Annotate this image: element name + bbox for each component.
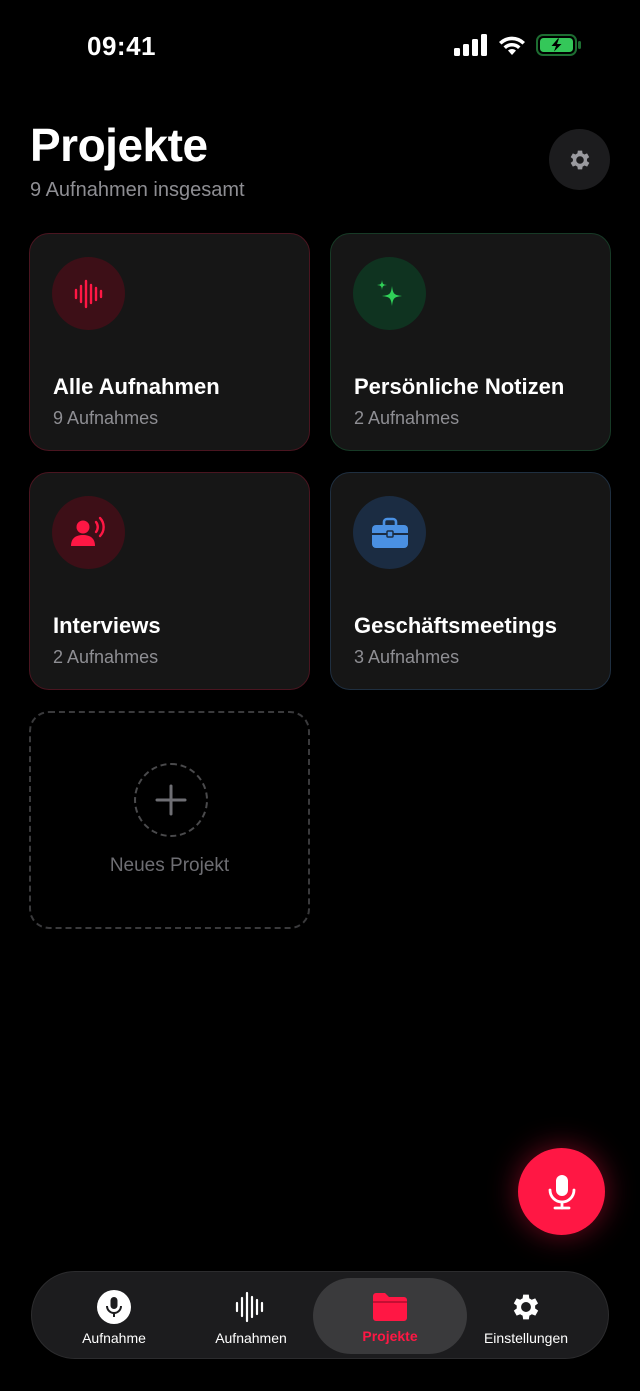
status-time: 09:41 — [87, 31, 156, 61]
mic-icon — [97, 1290, 131, 1324]
record-button[interactable] — [518, 1148, 605, 1235]
gear-icon — [513, 1294, 539, 1320]
project-card-geschaeftsmeetings[interactable]: Geschäftsmeetings 3 Aufnahmes — [330, 472, 611, 690]
person-voice-icon — [70, 516, 105, 546]
project-count: 2 Aufnahmes — [354, 408, 460, 428]
new-project-label: Neues Projekt — [109, 855, 230, 876]
tab-einstellungen[interactable]: Einstellungen — [457, 1278, 595, 1354]
signal-icon — [454, 34, 487, 56]
sparkles-icon — [376, 279, 402, 306]
project-icon-circle — [52, 257, 125, 330]
status-bar: 09:41 — [0, 0, 640, 95]
project-card-persoenliche-notizen[interactable]: Persönliche Notizen 2 Aufnahmes — [330, 233, 611, 451]
folder-icon — [373, 1293, 407, 1321]
project-count: 2 Aufnahmes — [53, 647, 159, 667]
plus-icon — [155, 784, 187, 816]
gear-icon — [570, 150, 589, 169]
battery-icon — [536, 34, 581, 56]
project-count: 3 Aufnahmes — [354, 647, 460, 667]
tab-label: Aufnahmen — [215, 1330, 287, 1346]
page-subtitle: 9 Aufnahmen insgesamt — [30, 179, 245, 201]
tab-label: Einstellungen — [483, 1330, 569, 1346]
tab-projekte[interactable]: Projekte — [313, 1278, 467, 1354]
page-title: Projekte — [30, 119, 208, 171]
project-count: 9 Aufnahmes — [53, 408, 159, 428]
project-card-alle-aufnahmen[interactable]: Alle Aufnahmen 9 Aufnahmes — [29, 233, 310, 451]
project-card-interviews[interactable]: Interviews 2 Aufnahmes — [29, 472, 310, 690]
project-icon-circle — [52, 496, 125, 569]
project-icon-circle — [353, 257, 426, 330]
project-title: Alle Aufnahmen — [53, 374, 220, 399]
new-project-card[interactable]: Neues Projekt — [29, 711, 310, 929]
plus-icon-circle — [134, 763, 208, 837]
tab-label: Aufnahme — [82, 1330, 146, 1346]
tab-bar: Aufnahme Aufnahmen Projekte Einstellunge… — [31, 1271, 609, 1359]
wifi-icon — [499, 36, 525, 55]
waveform-icon — [74, 279, 102, 308]
tab-aufnahmen[interactable]: Aufnahmen — [182, 1278, 320, 1354]
project-icon-circle — [353, 496, 426, 569]
page-header: Projekte 9 Aufnahmen insgesamt — [30, 118, 245, 202]
project-title: Persönliche Notizen — [354, 374, 565, 399]
mic-icon — [548, 1174, 575, 1209]
project-title: Interviews — [53, 613, 161, 638]
settings-button[interactable] — [549, 129, 610, 190]
tab-label: Projekte — [362, 1328, 418, 1344]
status-icons — [454, 34, 582, 56]
waveform-icon — [235, 1291, 264, 1323]
tab-aufnahme[interactable]: Aufnahme — [45, 1278, 183, 1354]
briefcase-icon — [371, 517, 408, 548]
project-title: Geschäftsmeetings — [354, 613, 557, 638]
